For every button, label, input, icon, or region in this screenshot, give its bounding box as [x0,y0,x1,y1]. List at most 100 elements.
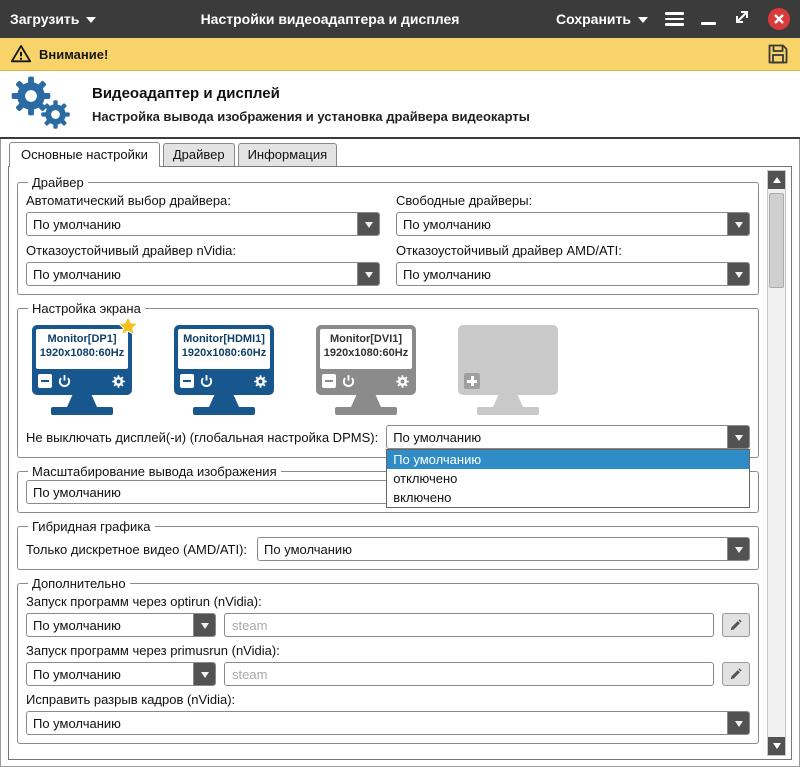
frame-tearing-select[interactable]: По умолчанию [26,711,750,735]
dropdown-option-default[interactable]: По умолчанию [387,450,749,469]
add-monitor-icon[interactable] [464,373,480,389]
dpms-dropdown-list: По умолчанию отключено включено [386,449,750,508]
field-label: Отказоустойчивый драйвер AMD/ATI: [396,243,750,258]
frame-tearing-label: Исправить разрыв кадров (nVidia): [26,692,750,707]
monitor-resolution: 1920x1080:60Hz [178,347,270,359]
additional-section-legend: Дополнительно [28,576,130,591]
minimize-button[interactable] [701,22,716,25]
monitor-name: Monitor[HDMI1] [178,333,270,345]
save-button-label: Сохранить [556,11,631,27]
scaling-section-legend: Масштабирование вывода изображения [28,464,281,479]
app-header: Видеоадаптер и дисплей Настройка вывода … [0,71,800,139]
monitor-list: Monitor[DP1] 1920x1080:60Hz [26,317,750,417]
monitor-screen: Monitor[HDMI1] 1920x1080:60Hz [174,325,274,395]
screen-section-legend: Настройка экрана [28,301,145,316]
app-window: Загрузить Настройки видеоадаптера и дисп… [0,0,800,767]
dropdown-arrow-icon[interactable] [727,712,749,734]
close-icon [773,13,785,25]
dropdown-arrow-icon[interactable] [727,263,749,285]
monitor-add-slot[interactable] [458,325,558,415]
scrollbar-down-button[interactable] [768,737,785,755]
dropdown-arrow-icon[interactable] [727,426,749,448]
free-drivers-select[interactable]: По умолчанию [396,212,750,236]
field-label: Автоматический выбор драйвера: [26,193,380,208]
monitor-hdmi1[interactable]: Monitor[HDMI1] 1920x1080:60Hz [174,325,274,415]
tab-panel: Драйвер Автоматический выбор драйвера: П… [8,166,792,760]
monitor-remove-icon[interactable] [180,374,194,388]
load-button[interactable]: Загрузить [10,11,96,28]
power-icon[interactable] [57,374,72,389]
auto-driver-select[interactable]: По умолчанию [26,212,380,236]
failsafe-nvidia-select[interactable]: По умолчанию [26,262,380,286]
warning-icon [10,43,32,65]
dpms-select[interactable]: По умолчанию [386,425,750,449]
save-button[interactable]: Сохранить [556,11,648,28]
optirun-input[interactable] [224,613,714,637]
dropdown-arrow-icon[interactable] [727,538,749,560]
tab-information[interactable]: Информация [238,143,338,166]
page-subtitle: Настройка вывода изображения и установка… [92,109,530,124]
caret-down-icon [86,17,96,28]
close-button[interactable] [768,8,790,30]
tab-main-settings[interactable]: Основные настройки [9,142,160,167]
gears-icon [10,75,76,133]
pencil-icon [729,667,743,681]
power-icon[interactable] [199,374,214,389]
titlebar-controls: Сохранить [556,8,790,31]
optirun-select[interactable]: По умолчанию [26,613,216,637]
monitor-screen [458,325,558,395]
screen-section: Настройка экрана Monitor[DP1] 1920x1080:… [17,301,759,458]
maximize-button[interactable] [733,8,751,31]
monitor-resolution: 1920x1080:60Hz [36,347,128,359]
warning-text: Внимание! [39,47,108,62]
optirun-edit-button[interactable] [722,613,750,637]
primusrun-input[interactable] [224,662,714,686]
primusrun-select[interactable]: По умолчанию [26,662,216,686]
floppy-disk-icon [766,42,790,66]
monitor-name: Monitor[DVI1] [320,333,412,345]
dropdown-arrow-icon[interactable] [357,213,379,235]
monitor-resolution: 1920x1080:60Hz [320,347,412,359]
monitor-dp1[interactable]: Monitor[DP1] 1920x1080:60Hz [32,325,132,415]
hybrid-section-legend: Гибридная графика [28,519,155,534]
save-to-file-button[interactable] [766,42,790,66]
additional-section: Дополнительно Запуск программ через opti… [17,576,759,744]
monitor-screen: Monitor[DVI1] 1920x1080:60Hz [316,325,416,395]
power-icon[interactable] [341,374,356,389]
scrollbar-up-button[interactable] [768,171,785,189]
dropdown-arrow-icon[interactable] [357,263,379,285]
dropdown-arrow-icon[interactable] [193,614,215,636]
monitor-name: Monitor[DP1] [36,333,128,345]
discrete-video-select[interactable]: По умолчанию [257,537,750,561]
field-label: Свободные драйверы: [396,193,750,208]
dropdown-arrow-icon[interactable] [727,213,749,235]
expand-icon [733,8,751,26]
gear-icon[interactable] [395,374,410,389]
gear-icon[interactable] [253,374,268,389]
monitor-dvi1[interactable]: Monitor[DVI1] 1920x1080:60Hz [316,325,416,415]
page-title: Видеоадаптер и дисплей [92,85,530,102]
gear-icon[interactable] [111,374,126,389]
scrollbar-thumb[interactable] [769,193,784,288]
tab-bar: Основные настройки Драйвер Информация [0,139,800,166]
caret-down-icon [638,17,648,28]
driver-section: Драйвер Автоматический выбор драйвера: П… [17,175,759,295]
driver-section-legend: Драйвер [28,175,88,190]
scrollbar-track[interactable] [767,170,786,756]
dropdown-option-on[interactable]: включено [387,488,749,507]
titlebar: Загрузить Настройки видеоадаптера и дисп… [0,0,800,38]
tab-driver[interactable]: Драйвер [163,143,235,166]
optirun-label: Запуск программ через optirun (nVidia): [26,594,750,609]
monitor-remove-icon[interactable] [322,374,336,388]
warning-bar: Внимание! [0,38,800,71]
dropdown-option-off[interactable]: отключено [387,469,749,488]
monitor-remove-icon[interactable] [38,374,52,388]
window-title: Настройки видеоадаптера и дисплея [100,11,560,27]
field-label: Отказоустойчивый драйвер nVidia: [26,243,380,258]
failsafe-amd-select[interactable]: По умолчанию [396,262,750,286]
dpms-label: Не выключать дисплей(-и) (глобальная нас… [26,430,378,445]
menu-icon[interactable] [665,10,684,29]
primusrun-edit-button[interactable] [722,662,750,686]
hybrid-label: Только дискретное видео (AMD/ATI): [26,542,247,557]
dropdown-arrow-icon[interactable] [193,663,215,685]
